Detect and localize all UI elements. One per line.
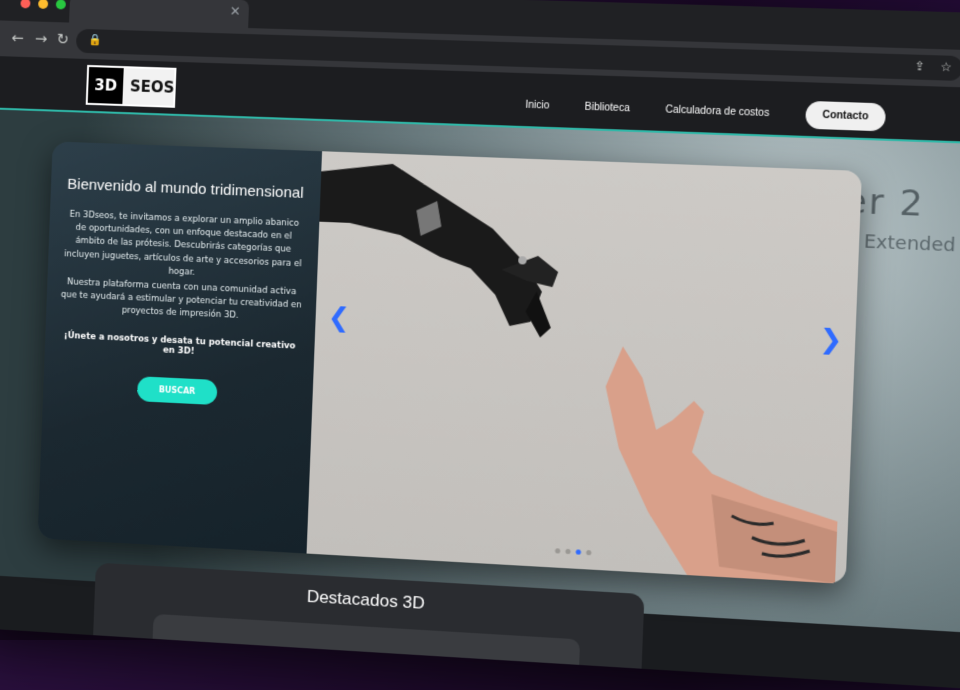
minimize-window-button[interactable] [38, 0, 49, 9]
hero-card: Bienvenido al mundo tridimensional En 3D… [37, 141, 862, 585]
carousel-indicator-2[interactable] [565, 548, 571, 555]
nav-biblioteca[interactable]: Biblioteca [584, 102, 630, 115]
url-actions: ⇪ ☆ [914, 59, 952, 75]
back-icon[interactable]: ← [11, 29, 24, 47]
main-nav: Inicio Biblioteca Calculadora de costos … [525, 91, 887, 132]
carousel-indicator-3[interactable] [575, 549, 582, 555]
carousel-indicator-4[interactable] [586, 549, 592, 556]
robotic-hand-image [315, 161, 559, 338]
close-tab-icon[interactable]: ✕ [229, 4, 241, 19]
human-hand-image [598, 345, 844, 584]
featured-card [151, 613, 581, 690]
contact-button[interactable]: Contacto [804, 100, 887, 132]
search-button[interactable]: BUSCAR [136, 376, 218, 406]
carousel-indicator-1[interactable] [554, 548, 561, 554]
lock-icon: 🔒 [87, 33, 102, 47]
hero-carousel: ❮ ❯ [306, 151, 862, 585]
logo-mark: 3D [87, 67, 124, 105]
logo-text: SEOS [129, 77, 175, 97]
forward-icon[interactable]: → [35, 29, 48, 47]
carousel-next-icon[interactable]: ❯ [819, 324, 843, 356]
hero-section: aker 2 Extended Bienvenido al mundo trid… [0, 109, 960, 634]
bookmark-star-icon[interactable]: ☆ [940, 60, 952, 75]
hero-paragraph-2: Nuestra plataforma cuenta con una comuni… [60, 277, 302, 322]
window-controls [20, 0, 66, 10]
hero-cta-text: ¡Únete a nosotros y desata tu potencial … [63, 331, 296, 358]
hero-background-text-2: Extended [863, 231, 956, 257]
reload-icon[interactable]: ↻ [56, 30, 69, 48]
carousel-prev-icon[interactable]: ❮ [327, 303, 350, 334]
close-window-button[interactable] [20, 0, 31, 9]
nav-calculadora[interactable]: Calculadora de costos [665, 104, 769, 119]
hero-title: Bienvenido al mundo tridimensional [67, 175, 304, 202]
share-icon[interactable]: ⇪ [914, 59, 925, 74]
hero-text-panel: Bienvenido al mundo tridimensional En 3D… [37, 141, 323, 554]
site-logo[interactable]: 3D SEOS [85, 64, 177, 108]
web-page: 3D SEOS Inicio Biblioteca Calculadora de… [0, 55, 960, 690]
maximize-window-button[interactable] [55, 0, 66, 10]
hero-paragraph-1: En 3Dseos, te invitamos a explorar un am… [63, 209, 302, 278]
nav-inicio[interactable]: Inicio [525, 100, 550, 112]
browser-window: ✕ ← → ↻ 🔒 ⇪ ☆ 3D SEOS Inicio Biblioteca … [0, 0, 960, 690]
